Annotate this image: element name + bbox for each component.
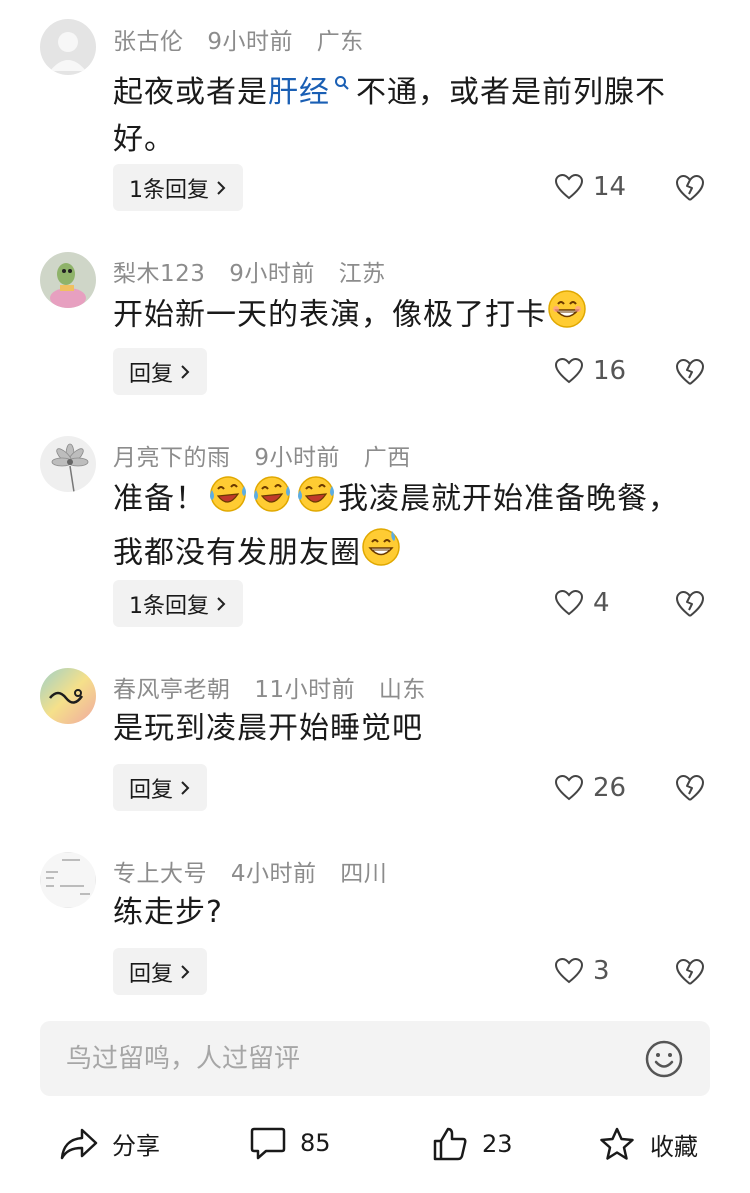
comment-meta: 专上大号 4小时前 四川 <box>113 854 403 888</box>
like-post-button[interactable]: 23 <box>432 1126 513 1162</box>
star-icon <box>600 1127 634 1160</box>
reply-button[interactable]: 1条回复 <box>113 580 243 627</box>
username[interactable]: 春风亭老朝 <box>113 677 231 703</box>
dislike-button[interactable] <box>675 174 705 206</box>
comment-meta: 月亮下的雨 9小时前 广西 <box>113 438 427 472</box>
dislike-button[interactable] <box>675 958 705 990</box>
grin-emoji-icon <box>547 289 587 343</box>
like-button[interactable]: 4 <box>555 588 610 618</box>
comment-text: 开始新一天的表演，像极了打卡 <box>113 289 713 343</box>
chevron-right-icon <box>217 180 226 195</box>
username[interactable]: 月亮下的雨 <box>113 445 231 471</box>
share-button[interactable]: 分享 <box>60 1126 160 1161</box>
favorite-button[interactable]: 收藏 <box>598 1126 698 1162</box>
comment-text: 准备！ 我凌晨就开始准备晚餐， 我都没有发朋友圈 <box>113 473 713 581</box>
comment-meta: 春风亭老朝 11小时前 山东 <box>113 670 442 704</box>
laugh-cry-emoji-icon <box>250 473 294 527</box>
laugh-cry-emoji-icon <box>206 473 250 527</box>
like-button[interactable]: 26 <box>555 773 626 803</box>
reply-button[interactable]: 回复 <box>113 948 208 995</box>
reply-button[interactable]: 1条回复 <box>113 164 243 211</box>
like-count: 26 <box>593 773 627 803</box>
broken-heart-icon <box>676 959 704 985</box>
heart-icon <box>555 358 583 384</box>
like-button[interactable]: 3 <box>555 956 610 986</box>
location: 江苏 <box>338 261 386 287</box>
avatar[interactable] <box>40 252 96 308</box>
location: 山东 <box>378 677 426 703</box>
timestamp: 9小时前 <box>229 261 315 287</box>
like-count: 23 <box>482 1130 513 1158</box>
heart-icon <box>555 174 583 200</box>
avatar[interactable] <box>40 852 96 908</box>
dislike-button[interactable] <box>675 774 705 806</box>
comment-text: 是玩到凌晨开始睡觉吧 <box>113 711 423 746</box>
timestamp: 4小时前 <box>230 861 317 887</box>
comment-meta: 张古伦 9小时前 广东 <box>113 22 380 56</box>
heart-icon <box>555 958 583 984</box>
avatar[interactable] <box>40 19 96 75</box>
like-count: 3 <box>593 956 610 986</box>
avatar[interactable] <box>40 436 96 492</box>
location: 广东 <box>316 29 364 55</box>
broken-heart-icon <box>676 175 704 201</box>
dislike-button[interactable] <box>675 358 705 390</box>
comment-text: 练走步? <box>113 895 223 930</box>
comment-input[interactable] <box>66 1021 626 1096</box>
chevron-right-icon <box>181 364 190 379</box>
comment-icon <box>250 1127 286 1160</box>
broken-heart-icon <box>676 775 704 801</box>
reply-button[interactable]: 回复 <box>113 348 208 395</box>
laugh-cry-emoji-icon <box>294 473 338 527</box>
username[interactable]: 梨木123 <box>113 261 205 287</box>
username[interactable]: 专上大号 <box>113 861 207 887</box>
share-icon <box>60 1128 98 1159</box>
like-count: 4 <box>593 588 610 618</box>
location: 广西 <box>363 445 411 471</box>
search-icon[interactable] <box>334 58 350 105</box>
grin-sweat-emoji-icon <box>361 527 401 581</box>
thumbs-up-icon <box>433 1127 467 1161</box>
location: 四川 <box>340 861 388 887</box>
comment-input-bar[interactable] <box>40 1021 710 1096</box>
chevron-right-icon <box>181 964 190 979</box>
comment-button[interactable]: 85 <box>250 1126 331 1160</box>
like-button[interactable]: 16 <box>555 356 626 386</box>
emoji-picker-icon[interactable] <box>644 1039 684 1083</box>
comment-text: 起夜或者是肝经 不通，或者是前列腺不好。 <box>113 58 713 163</box>
comment-meta: 梨木123 9小时前 江苏 <box>113 254 402 288</box>
broken-heart-icon <box>676 591 704 617</box>
bottom-action-bar: 分享 85 23 收藏 <box>0 1110 750 1180</box>
broken-heart-icon <box>676 359 704 385</box>
like-count: 16 <box>593 356 627 386</box>
username[interactable]: 张古伦 <box>113 29 184 55</box>
chevron-right-icon <box>217 596 226 611</box>
timestamp: 9小时前 <box>207 29 293 55</box>
chevron-right-icon <box>181 780 190 795</box>
dislike-button[interactable] <box>675 590 705 622</box>
heart-icon <box>555 775 583 801</box>
avatar[interactable] <box>40 668 96 724</box>
like-button[interactable]: 14 <box>555 172 626 202</box>
heart-icon <box>555 590 583 616</box>
like-count: 14 <box>593 172 627 202</box>
keyword-link[interactable]: 肝经 <box>268 75 330 110</box>
comment-count: 85 <box>300 1129 331 1157</box>
timestamp: 9小时前 <box>254 445 340 471</box>
reply-button[interactable]: 回复 <box>113 764 208 811</box>
timestamp: 11小时前 <box>254 677 356 703</box>
